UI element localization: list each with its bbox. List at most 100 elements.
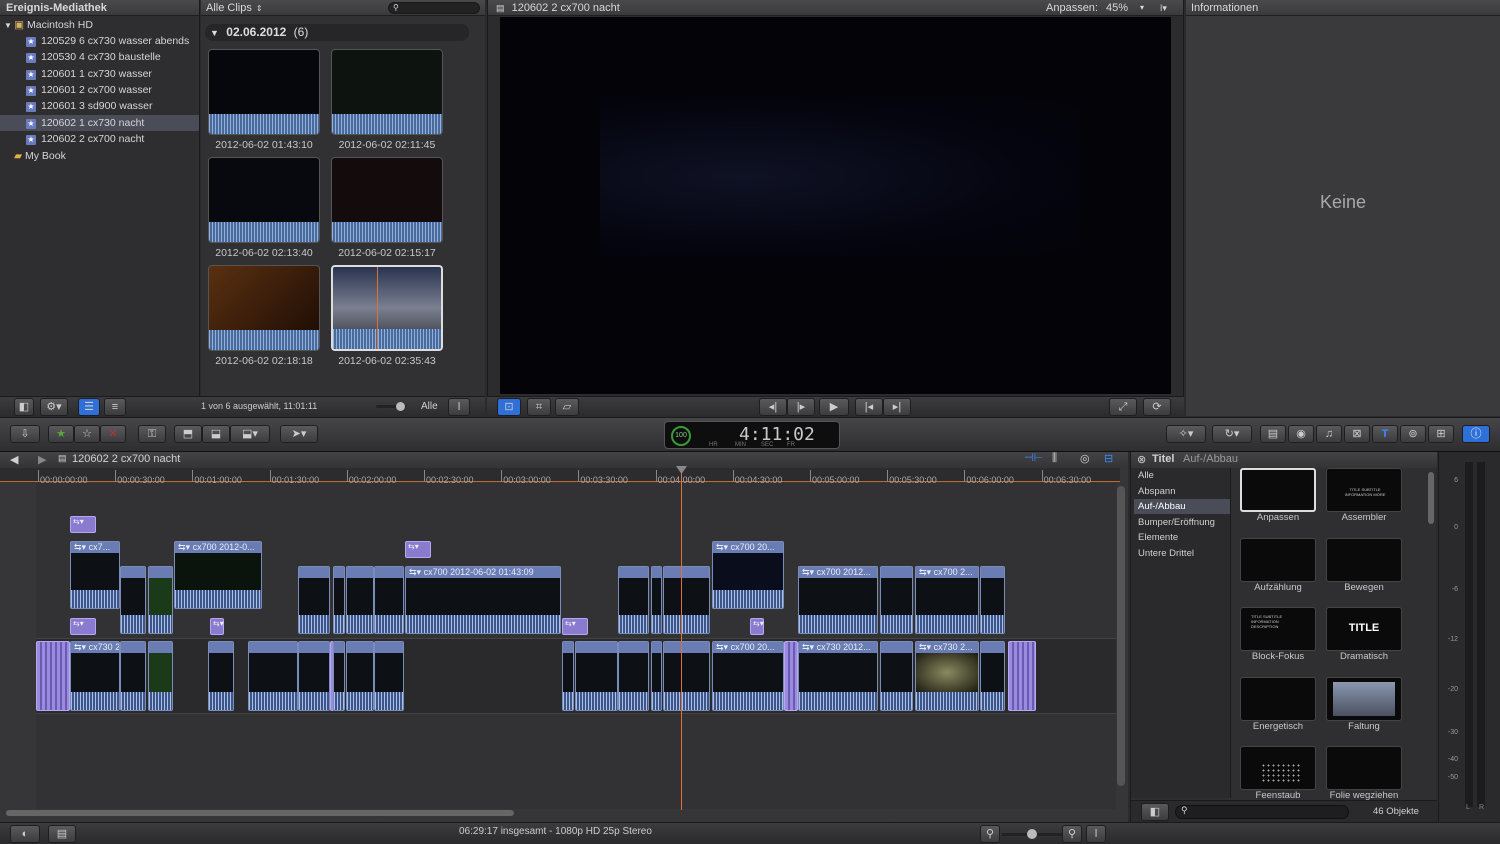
effects-browser-button[interactable]: ▤ (1260, 425, 1286, 443)
thumbnail-size-slider[interactable] (376, 402, 406, 411)
title-template-thumbnail[interactable] (1326, 676, 1402, 721)
title-template-thumbnail[interactable] (1240, 746, 1316, 790)
clip-thumbnail[interactable] (208, 157, 320, 243)
timeline-clip[interactable] (148, 566, 173, 634)
title-category-item[interactable]: Untere Drittel (1134, 546, 1230, 561)
timeline-clip[interactable]: ⇆▾ cx7... (70, 541, 120, 609)
zoom-value[interactable]: 45% (1106, 0, 1128, 16)
close-icon[interactable]: ⊗ (1137, 453, 1146, 466)
title-template-thumbnail[interactable] (1240, 468, 1316, 512)
horizontal-scrollbar[interactable] (6, 810, 514, 816)
title-template-thumbnail[interactable] (1326, 537, 1402, 582)
date-group-header[interactable]: ▼ 02.06.2012 (6) (205, 24, 469, 41)
append-clip-button[interactable]: ⬓▾ (230, 425, 270, 443)
transform-button[interactable]: ⊡ (497, 398, 521, 416)
clip-thumbnail[interactable] (208, 49, 320, 135)
inspector-button[interactable]: ⓘ (1462, 425, 1490, 443)
timeline-clip[interactable] (618, 641, 649, 711)
timeline-clip[interactable] (663, 641, 710, 711)
loop-button[interactable]: ⟳ (1143, 398, 1171, 416)
reject-button[interactable]: ✕ (100, 425, 126, 443)
timeline-clip[interactable] (120, 566, 146, 634)
timecode-display[interactable]: 100 4:11:02 HR MIN SEC FR (664, 421, 840, 449)
timeline-clip[interactable] (374, 641, 404, 711)
timeline-clip[interactable] (333, 566, 345, 634)
retime-button[interactable]: ↻▾ (1212, 425, 1252, 443)
event-item[interactable]: ★ 120601 1 cx730 wasser (0, 66, 199, 82)
event-item[interactable]: ★ 120530 4 cx730 baustelle (0, 49, 199, 65)
timeline-clip[interactable] (248, 641, 298, 711)
timeline-clip[interactable] (651, 641, 662, 711)
timeline-clip[interactable] (651, 566, 662, 634)
title-category-item[interactable]: Alle (1134, 468, 1230, 483)
search-field[interactable]: ⚲ (388, 2, 480, 14)
book-item[interactable]: ▰ My Book (0, 148, 199, 164)
skimming-icon[interactable]: ⊣⊢ (1024, 451, 1043, 464)
timeline-zoom-slider[interactable] (1002, 829, 1062, 839)
photos-browser-button[interactable]: ◉ (1288, 425, 1314, 443)
crop-button[interactable]: ⌗ (527, 398, 551, 416)
title-category-item[interactable]: Abspann (1134, 484, 1230, 499)
import-button[interactable]: ⇩ (10, 425, 40, 443)
fullscreen-button[interactable]: ⤢ (1109, 398, 1137, 416)
playhead[interactable] (681, 466, 682, 810)
event-item[interactable]: ★ 120602 2 cx700 nacht (0, 131, 199, 147)
transition[interactable]: ⇆▾ (562, 618, 588, 635)
title-template-thumbnail[interactable] (1326, 746, 1402, 790)
transition[interactable]: ⇆▾ (750, 618, 764, 635)
timeline-clip[interactable] (880, 641, 913, 711)
timeline-clip[interactable] (346, 641, 374, 711)
transition[interactable] (784, 641, 798, 711)
generators-browser-button[interactable]: ⊚ (1400, 425, 1426, 443)
disk-item[interactable]: ▼ ▣ Macintosh HD (0, 17, 199, 33)
timeline-clip[interactable]: ⇆▾ cx700 2012... (798, 566, 878, 634)
timeline-clip[interactable] (298, 566, 330, 634)
timeline-clip[interactable] (208, 641, 234, 711)
timeline-clip[interactable] (298, 641, 330, 711)
title-template-thumbnail[interactable]: TITLE SUBTITLE INFORMATION MORE (1326, 468, 1402, 512)
timeline-clip[interactable] (333, 641, 345, 711)
event-item[interactable]: ★ 120601 3 sd900 wasser (0, 98, 199, 114)
chevron-down-icon[interactable]: ▾ (1140, 0, 1144, 16)
transition[interactable]: ⇆▾ (210, 618, 224, 635)
title-template-thumbnail[interactable]: TITLE (1326, 607, 1402, 651)
music-browser-button[interactable]: ♫ (1316, 425, 1342, 443)
play-button[interactable]: ▶ (819, 398, 849, 416)
favorite-button[interactable]: ★ (48, 425, 74, 443)
audio-skimming-icon[interactable]: ⫼ (1052, 452, 1057, 465)
timeline-clip[interactable]: ⇆▾ cx700 20... (712, 541, 784, 609)
timeline-clip[interactable] (562, 641, 574, 711)
transition[interactable] (1008, 641, 1036, 711)
timeline-clip[interactable] (980, 566, 1005, 634)
timeline-clip[interactable]: ⇆▾ cx700 2012-0... (174, 541, 262, 609)
list-view-button[interactable]: ≡ (104, 398, 126, 416)
transitions-browser-button[interactable]: ⊠ (1344, 425, 1370, 443)
transition[interactable]: ⇆▾ (70, 516, 96, 533)
insert-clip-button[interactable]: ⬓ (202, 425, 230, 443)
transition[interactable]: ⇆▾ (405, 541, 431, 558)
timeline-clip[interactable]: ⇆▾ cx700 20... (712, 641, 784, 711)
enhancements-button[interactable]: ✧▾ (1166, 425, 1206, 443)
titles-search-field[interactable]: ⚲ (1175, 805, 1349, 819)
vertical-scrollbar[interactable] (1117, 486, 1125, 786)
zoom-in-button[interactable]: ⚲ (1062, 825, 1082, 843)
event-item[interactable]: ★ 120601 2 cx700 wasser (0, 82, 199, 98)
clip-thumbnail[interactable] (208, 265, 320, 351)
select-tool-button[interactable]: ➤▾ (280, 425, 318, 443)
slider-knob[interactable] (1027, 829, 1037, 839)
timeline-clip[interactable] (346, 566, 374, 634)
distort-button[interactable]: ▱ (555, 398, 579, 416)
duration-filter[interactable]: Alle (421, 401, 438, 412)
clip-list-button[interactable]: ▤ (48, 825, 76, 843)
timeline-clip[interactable]: ⇆▾ cx730 2012... (70, 641, 120, 711)
gear-icon[interactable]: ⚙▾ (40, 398, 68, 416)
clip-thumbnail[interactable] (331, 265, 443, 351)
event-item[interactable]: ★ 120529 6 cx730 wasser abends (0, 33, 199, 49)
timeline-index-button[interactable]: ◐ (10, 825, 40, 843)
event-item[interactable]: ★ 120602 1 cx730 nacht (0, 114, 199, 131)
timeline-clip[interactable] (880, 566, 913, 634)
clip-appearance-button[interactable]: ǀ (1086, 825, 1106, 843)
timeline-clip[interactable] (980, 641, 1005, 711)
themes-browser-button[interactable]: ⊞ (1428, 425, 1454, 443)
clip-thumbnail[interactable] (331, 49, 443, 135)
